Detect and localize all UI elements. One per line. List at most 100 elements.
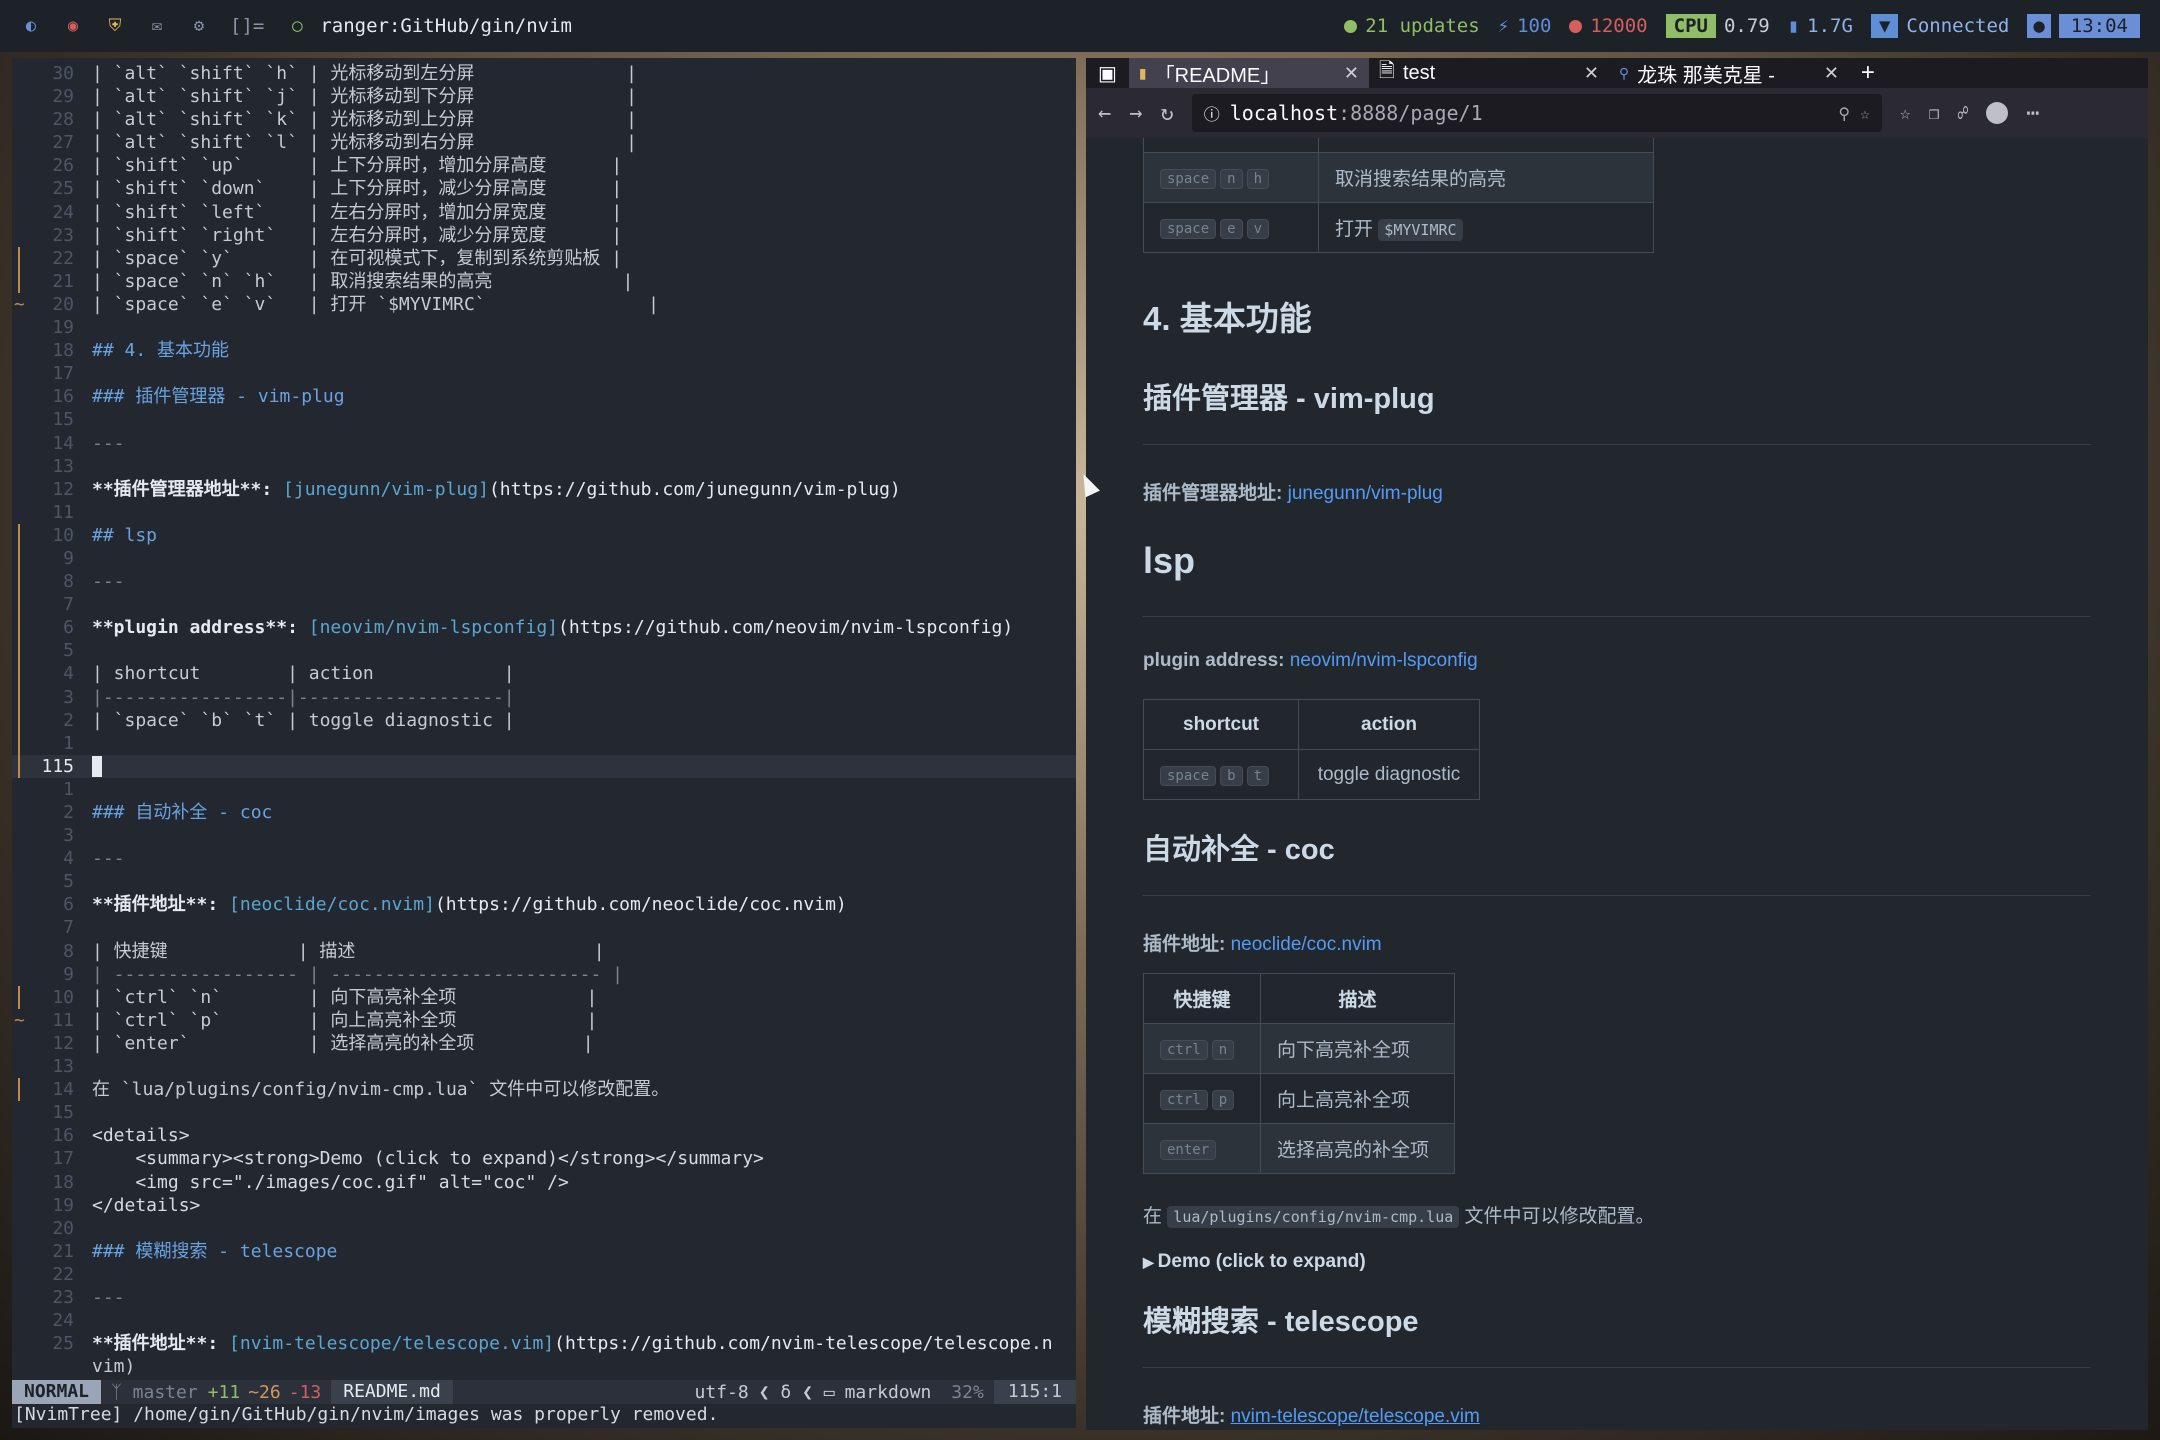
- close-icon[interactable]: ✕: [1824, 63, 1839, 84]
- code-line[interactable]: 1: [12, 778, 1076, 801]
- code-line[interactable]: 4 ---: [12, 847, 1076, 870]
- code-line[interactable]: 23 ---: [12, 1286, 1076, 1309]
- code-line[interactable]: 1: [12, 731, 1076, 755]
- code-line[interactable]: 10 ## lsp: [12, 523, 1076, 547]
- mail-icon[interactable]: ✉: [146, 15, 168, 37]
- code-line[interactable]: 22 | `space` `y` | 在可视模式下，复制到系统剪贴板 |: [12, 246, 1076, 270]
- code-line[interactable]: 11: [12, 501, 1076, 524]
- network-widget[interactable]: ▼ Connected: [1870, 14, 2009, 38]
- temp-widget[interactable]: 12000: [1569, 15, 1648, 37]
- code-line[interactable]: ~20 | `space` `e` `v` | 打开 `$MYVIMRC` |: [12, 293, 1076, 316]
- code-line[interactable]: 3 |-----------------|-------------------|: [12, 685, 1076, 709]
- avatar[interactable]: [1986, 102, 2009, 124]
- url-bar[interactable]: ⓘ localhost:8888/page/1 ⚲ ☆: [1191, 94, 1882, 132]
- zoom-icon[interactable]: ⚲: [1838, 104, 1850, 123]
- kbd-key: e: [1220, 218, 1243, 239]
- code-line[interactable]: 24: [12, 1309, 1076, 1332]
- new-tab-icon[interactable]: +: [1849, 59, 1887, 87]
- code-line[interactable]: 27 | `alt` `shift` `l` | 光标移动到右分屏 |: [12, 131, 1076, 154]
- git-gutter: [12, 1332, 36, 1355]
- code-line[interactable]: 4 | shortcut | action |: [12, 662, 1076, 686]
- code-line[interactable]: 25 | `shift` `down` | 上下分屏时，减少分屏高度 |: [12, 177, 1076, 200]
- menu-icon[interactable]: ⋯: [2026, 101, 2039, 126]
- code-line[interactable]: 30 | `alt` `shift` `h` | 光标移动到左分屏 |: [12, 62, 1076, 85]
- code-line[interactable]: 9: [12, 546, 1076, 571]
- code-line[interactable]: 8 ---: [12, 570, 1076, 594]
- clock-widget[interactable]: ● 13:04: [2027, 14, 2140, 38]
- code-line[interactable]: 2 | `space` `b` `t` | toggle diagnostic |: [12, 708, 1076, 732]
- sidebar-toggle-icon[interactable]: ▣: [1086, 61, 1129, 86]
- forward-icon[interactable]: →: [1129, 101, 1142, 126]
- collections-icon[interactable]: ❐: [1929, 103, 1940, 124]
- close-icon[interactable]: ✕: [1584, 63, 1599, 84]
- updates-widget[interactable]: 21 updates: [1344, 15, 1480, 37]
- vim-cmdline[interactable]: [NvimTree] /home/gin/GitHub/gin/nvim/ima…: [14, 1404, 718, 1425]
- code-line[interactable]: 12 | `enter` | 选择高亮的补全项 |: [12, 1032, 1076, 1055]
- bookmarks-icon[interactable]: ☆: [1900, 103, 1911, 124]
- cursor-line[interactable]: 115: [12, 754, 1076, 778]
- code-line[interactable]: ~11 | `ctrl` `p` | 向上高亮补全项 |: [12, 1009, 1076, 1032]
- code-line[interactable]: 6 **插件地址**: [neoclide/coc.nvim](https://g…: [12, 893, 1076, 916]
- workspace-layout[interactable]: []=: [230, 15, 264, 37]
- code-line[interactable]: 5: [12, 639, 1076, 663]
- back-icon[interactable]: ←: [1098, 101, 1111, 126]
- brightness-widget[interactable]: ⚡ 100: [1498, 15, 1552, 37]
- code-line[interactable]: 19: [12, 316, 1076, 339]
- code-line[interactable]: 18 <img src="./images/coc.gif" alt="coc"…: [12, 1171, 1076, 1194]
- telescope-link[interactable]: nvim-telescope/telescope.vim: [1231, 1406, 1480, 1427]
- tab-search[interactable]: ⚲ 龙珠 那美克星 - ✕: [1609, 58, 1849, 88]
- neovim-terminal[interactable]: 30 | `alt` `shift` `h` | 光标移动到左分屏 | 29 | `a…: [12, 58, 1076, 1428]
- code-line[interactable]: 21 ### 模糊搜索 - telescope: [12, 1240, 1076, 1263]
- code-line[interactable]: 15: [12, 1101, 1076, 1124]
- code-line[interactable]: 26 | `shift` `up` | 上下分屏时，增加分屏高度 |: [12, 154, 1076, 177]
- code-line[interactable]: 17 <summary><strong>Demo (click to expan…: [12, 1147, 1076, 1170]
- code-line[interactable]: 6 **plugin address**: [neovim/nvim-lspcon…: [12, 616, 1076, 640]
- lsp-link[interactable]: neovim/nvim-lspconfig: [1290, 650, 1478, 671]
- code-line[interactable]: 17: [12, 362, 1076, 385]
- code-line[interactable]: 2 ### 自动补全 - coc: [12, 801, 1076, 824]
- tab-test[interactable]: 🗎 test ✕: [1369, 58, 1609, 88]
- details-summary[interactable]: ▶ Demo (click to expand): [1143, 1251, 1366, 1273]
- code-line[interactable]: 10 | `ctrl` `n` | 向下高亮补全项 |: [12, 985, 1076, 1009]
- coc-link[interactable]: neoclide/coc.nvim: [1231, 934, 1382, 955]
- code-line[interactable]: 15: [12, 408, 1076, 431]
- code-line[interactable]: 14 在 `lua/plugins/config/nvim-cmp.lua` 文件…: [12, 1078, 1076, 1102]
- code-line[interactable]: 18 ## 4. 基本功能: [12, 339, 1076, 362]
- code-line[interactable]: 24 | `shift` `left` | 左右分屏时，增加分屏宽度 |: [12, 201, 1076, 224]
- code-line[interactable]: 16 <details>: [12, 1124, 1076, 1147]
- extensions-icon[interactable]: ☍: [1957, 103, 1968, 124]
- code-line[interactable]: 13: [12, 1055, 1076, 1078]
- label: 插件地址:: [1143, 934, 1226, 955]
- code-line[interactable]: 16 ### 插件管理器 - vim-plug: [12, 385, 1076, 408]
- code-line[interactable]: 14 ---: [12, 432, 1076, 455]
- code-line[interactable]: 28 | `alt` `shift` `k` | 光标移动到上分屏 |: [12, 108, 1076, 131]
- gear-icon[interactable]: ⚙: [188, 15, 210, 37]
- code-line[interactable]: 21 | `space` `n` `h` | 取消搜索结果的高亮 |: [12, 269, 1076, 293]
- bookmark-star-icon[interactable]: ☆: [1860, 104, 1870, 123]
- record-icon[interactable]: ◉: [62, 15, 84, 37]
- code-line[interactable]: 22: [12, 1263, 1076, 1286]
- cpu-widget[interactable]: CPU 0.79: [1665, 14, 1770, 38]
- code-line[interactable]: vim): [12, 1355, 1076, 1378]
- code-line[interactable]: 9 | ----------------- | -----------------…: [12, 963, 1076, 986]
- arch-icon[interactable]: ◐: [20, 15, 42, 37]
- tab-readme[interactable]: ▮ 「README」 ✕: [1128, 58, 1369, 88]
- code-line[interactable]: 7: [12, 593, 1076, 617]
- code-line[interactable]: 8 | 快捷键 | 描述 |: [12, 940, 1076, 963]
- code-line[interactable]: 23 | `shift` `right` | 左右分屏时，减少分屏宽度 |: [12, 224, 1076, 247]
- close-icon[interactable]: ✕: [1344, 63, 1359, 84]
- code-line[interactable]: 7: [12, 916, 1076, 939]
- code-line[interactable]: 13: [12, 455, 1076, 478]
- code-line[interactable]: 19 </details>: [12, 1194, 1076, 1217]
- reload-icon[interactable]: ↻: [1161, 101, 1174, 126]
- code-line[interactable]: 3: [12, 824, 1076, 847]
- shield-icon[interactable]: ⛨: [104, 15, 126, 37]
- code-line[interactable]: 25 **插件地址**: [nvim-telescope/telescope.vi…: [12, 1332, 1076, 1355]
- code-line[interactable]: 12 **插件管理器地址**: [junegunn/vim-plug](https…: [12, 478, 1076, 501]
- editor-buffer[interactable]: 30 | `alt` `shift` `h` | 光标移动到左分屏 | 29 | `a…: [12, 62, 1076, 1378]
- code-line[interactable]: 5: [12, 870, 1076, 893]
- code-line[interactable]: 29 | `alt` `shift` `j` | 光标移动到下分屏 |: [12, 85, 1076, 108]
- code-line[interactable]: 20: [12, 1217, 1076, 1240]
- vimplug-link[interactable]: junegunn/vim-plug: [1288, 483, 1443, 504]
- memory-widget[interactable]: ▮ 1.7G: [1788, 15, 1853, 37]
